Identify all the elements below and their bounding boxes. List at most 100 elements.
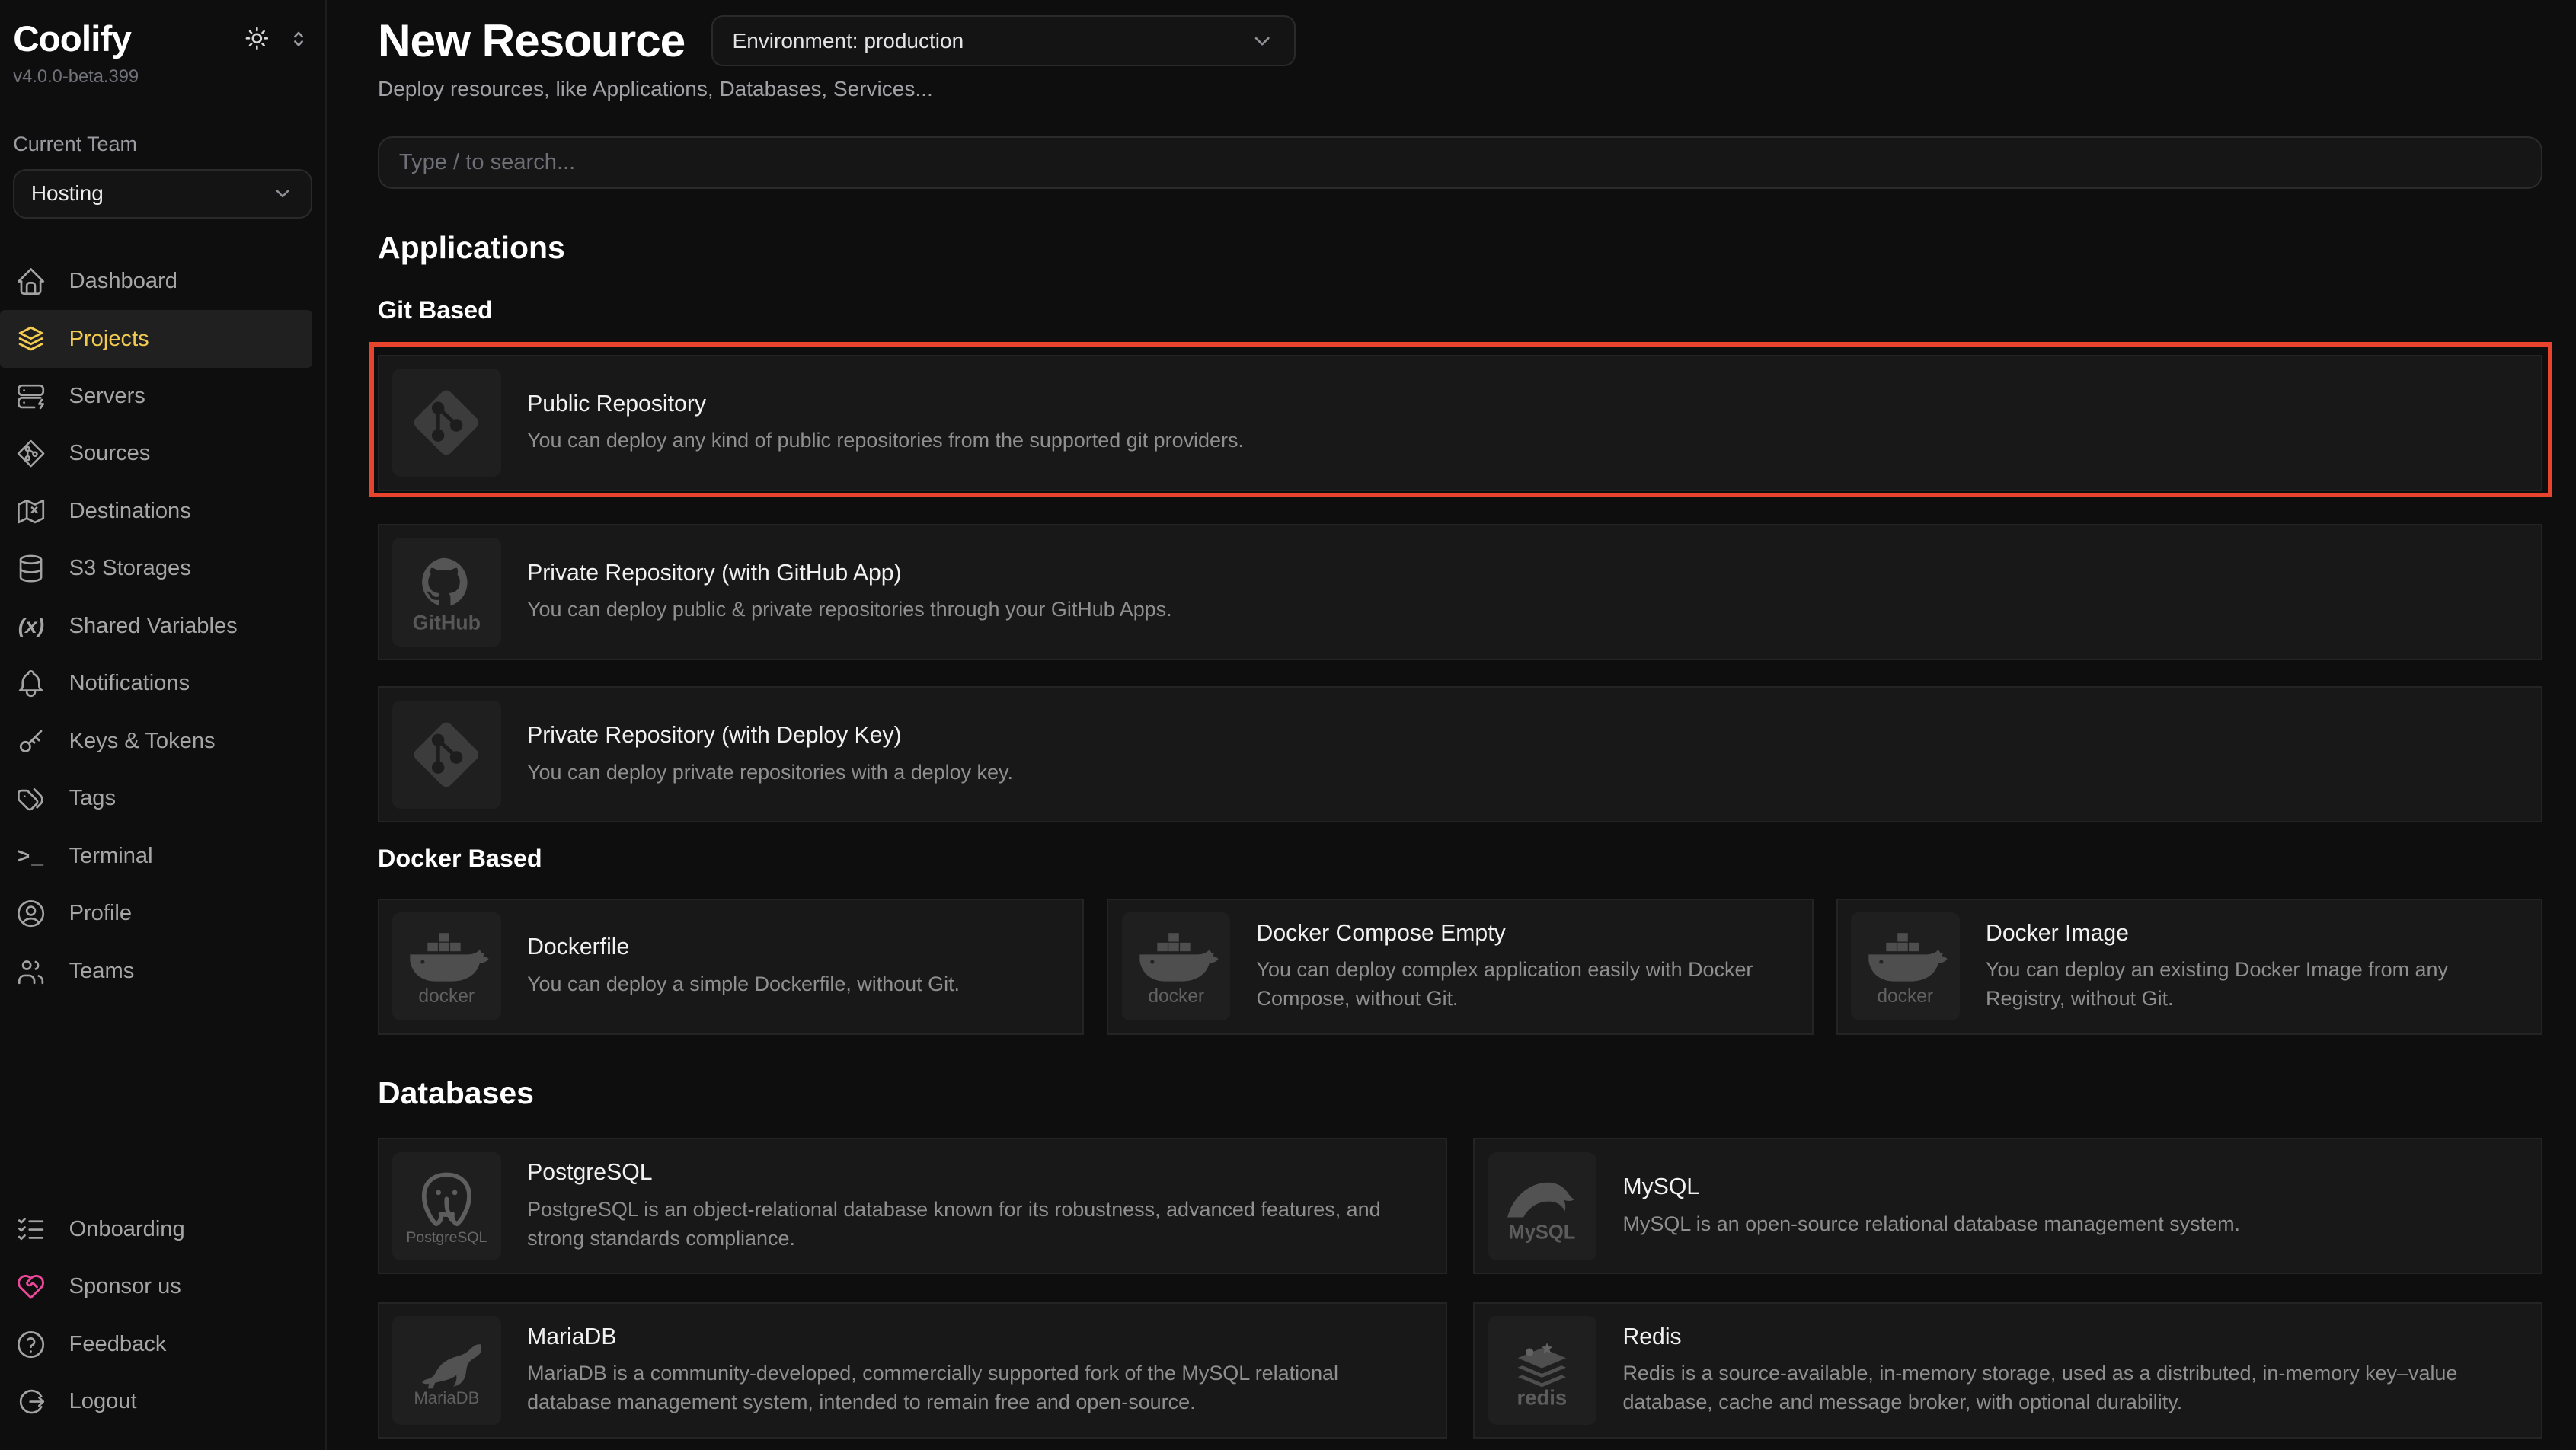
map-icon xyxy=(14,495,47,528)
git-based-heading: Git Based xyxy=(378,295,2542,325)
applications-heading: Applications xyxy=(378,230,2542,266)
card-description: You can deploy complex application easil… xyxy=(1257,956,1786,1013)
postgresql-icon: PostgreSQL xyxy=(392,1152,500,1260)
sidebar-item-feedback[interactable]: Feedback xyxy=(0,1315,325,1372)
sidebar-item-label: Feedback xyxy=(69,1332,167,1357)
page-subtitle: Deploy resources, like Applications, Dat… xyxy=(378,75,2542,104)
sidebar-item-logout[interactable]: Logout xyxy=(0,1373,325,1430)
card-title: Docker Compose Empty xyxy=(1257,920,1786,948)
heart-handshake-icon xyxy=(14,1270,47,1303)
sidebar-header: Coolify xyxy=(0,17,325,62)
card-redis[interactable]: redis Redis Redis is a source-available,… xyxy=(1473,1302,2542,1439)
card-docker-image[interactable]: docker Docker Image You can deploy an ex… xyxy=(1836,899,2542,1035)
sidebar-item-label: Sources xyxy=(69,441,151,466)
server-icon xyxy=(14,380,47,413)
sidebar-item-tags[interactable]: Tags xyxy=(0,770,325,827)
card-title: MariaDB xyxy=(527,1324,1419,1352)
card-docker-compose-empty[interactable]: docker Docker Compose Empty You can depl… xyxy=(1107,899,1813,1035)
sidebar-item-onboarding[interactable]: Onboarding xyxy=(0,1200,325,1257)
card-public-repository[interactable]: Public Repository You can deploy any kin… xyxy=(378,355,2542,491)
sidebar-item-sources[interactable]: Sources xyxy=(0,425,325,482)
sidebar-item-servers[interactable]: Servers xyxy=(0,368,325,425)
layers-icon xyxy=(14,322,47,355)
svg-text:MySQL: MySQL xyxy=(1509,1222,1576,1244)
card-description: You can deploy public & private reposito… xyxy=(527,596,1172,624)
search-input[interactable] xyxy=(378,136,2542,189)
sidebar-item-destinations[interactable]: Destinations xyxy=(0,483,325,540)
sidebar-item-label: Destinations xyxy=(69,499,191,524)
card-title: Private Repository (with GitHub App) xyxy=(527,560,1172,588)
sidebar-item-shared-variables[interactable]: (x) Shared Variables xyxy=(0,598,325,655)
page-header: New Resource Environment: production xyxy=(378,13,2542,69)
docker-icon: docker xyxy=(1851,912,1959,1020)
card-private-repository-github-app[interactable]: GitHub Private Repository (with GitHub A… xyxy=(378,524,2542,660)
checklist-icon xyxy=(14,1213,47,1246)
chevron-down-icon xyxy=(1250,29,1274,53)
card-description: MariaDB is a community-developed, commer… xyxy=(527,1359,1419,1416)
database-cards-grid: PostgreSQL PostgreSQL PostgreSQL is an o… xyxy=(378,1138,2542,1439)
users-icon xyxy=(14,955,47,988)
sidebar-item-s3-storages[interactable]: S3 Storages xyxy=(0,540,325,597)
sidebar-item-notifications[interactable]: Notifications xyxy=(0,655,325,712)
card-mysql[interactable]: MySQL MySQL MySQL is an open-source rela… xyxy=(1473,1138,2542,1274)
card-title: Docker Image xyxy=(1986,920,2515,948)
card-description: PostgreSQL is an object-relational datab… xyxy=(527,1196,1419,1253)
card-postgresql[interactable]: PostgreSQL PostgreSQL PostgreSQL is an o… xyxy=(378,1138,1447,1274)
card-mariadb[interactable]: MariaDB MariaDB MariaDB is a community-d… xyxy=(378,1302,1447,1439)
card-title: Redis xyxy=(1622,1324,2514,1352)
databases-heading: Databases xyxy=(378,1075,2542,1111)
sidebar-item-sponsor-us[interactable]: Sponsor us xyxy=(0,1258,325,1315)
card-description: Redis is a source-available, in-memory s… xyxy=(1622,1359,2514,1416)
sidebar-item-label: Sponsor us xyxy=(69,1274,181,1299)
card-description: You can deploy any kind of public reposi… xyxy=(527,426,1244,455)
mariadb-icon: MariaDB xyxy=(392,1316,500,1424)
sidebar-item-terminal[interactable]: >_ Terminal xyxy=(0,828,325,885)
theme-toggle-sun-icon[interactable] xyxy=(243,24,271,53)
card-description: You can deploy private repositories with… xyxy=(527,759,1013,787)
svg-text:PostgreSQL: PostgreSQL xyxy=(406,1229,487,1246)
git-icon xyxy=(392,369,500,477)
svg-text:docker: docker xyxy=(1877,986,1933,1007)
docker-based-heading: Docker Based xyxy=(378,844,2542,874)
environment-select[interactable]: Environment: production xyxy=(711,15,1296,66)
page-title: New Resource xyxy=(378,13,685,69)
sidebar-item-profile[interactable]: Profile xyxy=(0,885,325,942)
sidebar-selector-chevrons-icon[interactable] xyxy=(288,27,309,51)
card-private-repository-deploy-key[interactable]: Private Repository (with Deploy Key) You… xyxy=(378,686,2542,822)
sidebar-item-label: Projects xyxy=(69,327,149,352)
sidebar-item-label: Tags xyxy=(69,786,117,811)
sidebar-item-label: Dashboard xyxy=(69,269,177,294)
database-icon xyxy=(14,552,47,585)
sidebar-item-projects[interactable]: Projects xyxy=(0,310,312,367)
sidebar-item-label: Shared Variables xyxy=(69,614,238,639)
sidebar-footer-nav: Onboarding Sponsor us Feedback xyxy=(0,1200,325,1430)
environment-select-value: Environment: production xyxy=(733,29,964,53)
card-title: MySQL xyxy=(1622,1174,2240,1202)
sidebar-item-teams[interactable]: Teams xyxy=(0,942,325,999)
docker-cards-row: docker Dockerfile You can deploy a simpl… xyxy=(378,899,2542,1035)
card-title: Private Repository (with Deploy Key) xyxy=(527,722,1013,750)
card-dockerfile[interactable]: docker Dockerfile You can deploy a simpl… xyxy=(378,899,1084,1035)
key-icon xyxy=(14,725,47,758)
logout-icon xyxy=(14,1385,47,1418)
coolify-app: Coolify v4.0.0-beta.399 Current Team Hos… xyxy=(0,0,2575,1450)
team-select-value: Hosting xyxy=(31,181,104,206)
sidebar-nav: Dashboard Projects Servers xyxy=(0,253,325,1000)
sidebar-item-label: Onboarding xyxy=(69,1217,185,1242)
mysql-icon: MySQL xyxy=(1488,1152,1596,1260)
sidebar-item-label: S3 Storages xyxy=(69,556,191,581)
card-description: You can deploy an existing Docker Image … xyxy=(1986,956,2515,1013)
chevron-down-icon xyxy=(271,182,294,205)
sidebar-item-keys-tokens[interactable]: Keys & Tokens xyxy=(0,713,325,770)
team-select[interactable]: Hosting xyxy=(13,169,312,219)
svg-text:docker: docker xyxy=(1148,986,1204,1007)
tag-icon xyxy=(14,782,47,815)
sidebar-item-dashboard[interactable]: Dashboard xyxy=(0,253,325,310)
main-content: New Resource Environment: production Dep… xyxy=(327,0,2575,1450)
sidebar-spacer xyxy=(0,1000,325,1201)
svg-text:docker: docker xyxy=(419,986,475,1007)
variables-icon: (x) xyxy=(14,610,47,643)
git-branch-icon xyxy=(14,437,47,470)
sidebar-item-label: Teams xyxy=(69,959,135,984)
current-team-label: Current Team xyxy=(0,133,325,156)
